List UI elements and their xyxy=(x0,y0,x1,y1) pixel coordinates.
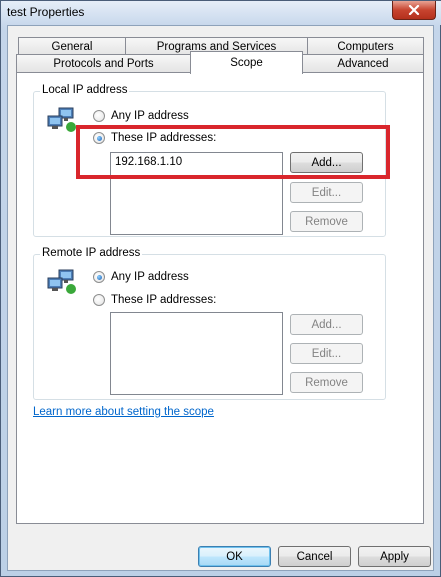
apply-button[interactable]: Apply xyxy=(358,546,431,567)
remote-edit-button[interactable]: Edit... xyxy=(290,343,363,364)
remote-ip-label: Remote IP address xyxy=(40,247,143,259)
tab-scope[interactable]: Scope xyxy=(190,51,303,74)
network-computers-icon xyxy=(47,269,76,294)
remote-these-ip-radio[interactable] xyxy=(93,294,105,306)
local-edit-button[interactable]: Edit... xyxy=(290,182,363,203)
ok-button[interactable]: OK xyxy=(198,546,271,567)
window-frame: test Properties General Programs and Ser… xyxy=(0,0,441,577)
close-icon xyxy=(408,5,420,15)
local-any-ip-option[interactable]: Any IP address xyxy=(93,110,189,122)
tab-protocols-and-ports[interactable]: Protocols and Ports xyxy=(16,54,191,73)
dialog-client: General Programs and Services Computers … xyxy=(7,25,434,571)
remote-any-ip-option[interactable]: Any IP address xyxy=(93,271,189,283)
remote-these-ip-label: These IP addresses: xyxy=(111,294,217,306)
local-any-ip-radio[interactable] xyxy=(93,110,105,122)
remote-ip-list[interactable] xyxy=(110,312,283,395)
remote-any-ip-radio[interactable] xyxy=(93,271,105,283)
learn-more-link[interactable]: Learn more about setting the scope xyxy=(33,406,214,418)
remote-these-ip-option[interactable]: These IP addresses: xyxy=(93,294,216,306)
close-button[interactable] xyxy=(392,1,436,20)
remote-remove-button[interactable]: Remove xyxy=(290,372,363,393)
tab-advanced[interactable]: Advanced xyxy=(302,54,424,73)
local-ip-label: Local IP address xyxy=(40,84,130,96)
title-bar[interactable]: test Properties xyxy=(1,1,441,25)
annotation-highlight-box xyxy=(76,125,390,179)
remote-any-ip-label: Any IP address xyxy=(111,271,189,283)
window-title: test Properties xyxy=(7,5,85,19)
cancel-button[interactable]: Cancel xyxy=(278,546,351,567)
network-computers-icon xyxy=(47,107,76,132)
local-remove-button[interactable]: Remove xyxy=(290,211,363,232)
local-any-ip-label: Any IP address xyxy=(111,110,189,122)
remote-add-button[interactable]: Add... xyxy=(290,314,363,335)
